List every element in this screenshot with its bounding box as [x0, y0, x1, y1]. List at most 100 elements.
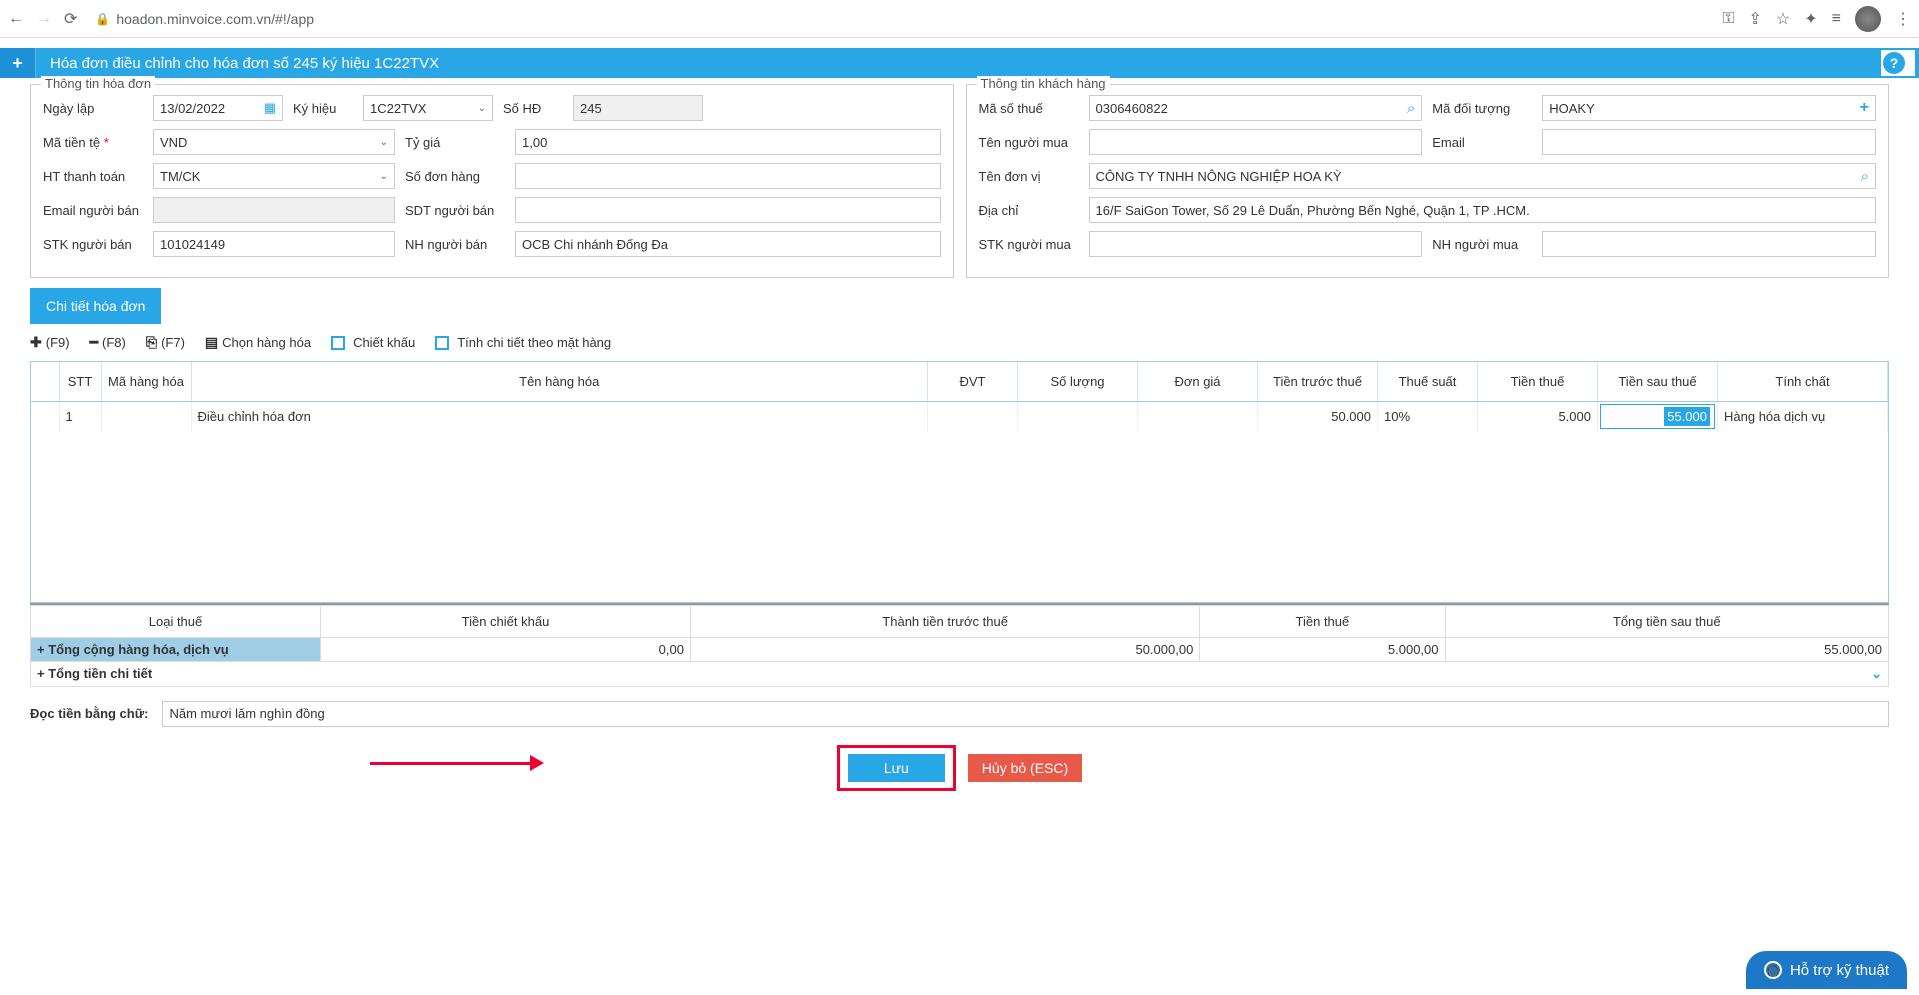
- cell-stt[interactable]: 1: [59, 402, 101, 432]
- copy-icon: ⎘: [146, 334, 157, 351]
- minus-icon: ━: [90, 334, 98, 351]
- sum-tt: 50.000,00: [690, 637, 1199, 661]
- support-button[interactable]: 🎧 Hỗ trợ kỹ thuật: [1746, 951, 1907, 989]
- input-nh-nguoi-ban[interactable]: OCB Chi nhánh Đống Đa: [515, 231, 941, 257]
- page-title: Hóa đơn điều chỉnh cho hóa đơn số 245 ký…: [36, 55, 1877, 72]
- th-ma-hang[interactable]: Mã hàng hóa: [101, 362, 191, 402]
- lock-icon: 🔒: [95, 12, 110, 26]
- address-bar[interactable]: 🔒 hoadon.minvoice.com.vn/#!/app: [87, 7, 1712, 31]
- label-nh-nguoi-ban: NH người bán: [405, 237, 505, 252]
- menu-icon[interactable]: ⋮: [1895, 9, 1911, 29]
- th-don-gia[interactable]: Đơn giá: [1138, 362, 1258, 402]
- remove-row-button[interactable]: ━(F8): [90, 334, 126, 351]
- add-button[interactable]: +: [0, 48, 36, 78]
- support-label: Hỗ trợ kỹ thuật: [1790, 962, 1889, 979]
- forward-icon[interactable]: →: [36, 10, 52, 28]
- chevron-down-icon[interactable]: ⌄: [380, 137, 388, 148]
- input-stk-nguoi-ban[interactable]: 101024149: [153, 231, 395, 257]
- input-ty-gia[interactable]: 1,00: [515, 129, 941, 155]
- key-icon[interactable]: ⚿: [1722, 10, 1734, 28]
- input-email-nguoi-ban[interactable]: [153, 197, 395, 223]
- add-row-button[interactable]: ✚(F9): [30, 334, 70, 351]
- input-ht-thanh-toan[interactable]: TM/CK ⌄: [153, 163, 395, 189]
- th-tien-truoc-thue[interactable]: Tiền trước thuế: [1258, 362, 1378, 402]
- cell-tien-sau-thue[interactable]: 55.000: [1598, 402, 1718, 432]
- checkbox-icon: [331, 336, 345, 350]
- label-nh-nguoi-mua: NH người mua: [1432, 237, 1532, 252]
- copy-row-button[interactable]: ⎘(F7): [146, 334, 185, 351]
- input-ten-don-vi[interactable]: CÔNG TY TNHH NÔNG NGHIỆP HOA KỲ ⌕: [1089, 163, 1877, 189]
- input-ten-nguoi-mua[interactable]: [1089, 129, 1423, 155]
- input-ngay-lap[interactable]: 13/02/2022 ▦: [153, 95, 283, 121]
- label-ma-tien-te: Mã tiền tệ *: [43, 135, 143, 150]
- chevron-down-icon[interactable]: ⌄: [1871, 666, 1882, 682]
- share-icon[interactable]: ⇪: [1749, 9, 1762, 29]
- th-tinh-chat[interactable]: Tính chất: [1718, 362, 1888, 402]
- label-ht-thanh-toan: HT thanh toán: [43, 169, 143, 184]
- th-tien-sau-thue[interactable]: Tiền sau thuế: [1598, 362, 1718, 402]
- reload-icon[interactable]: ⟳: [64, 9, 77, 29]
- input-stk-nguoi-mua[interactable]: [1089, 231, 1423, 257]
- per-item-checkbox[interactable]: Tính chi tiết theo mặt hàng: [435, 335, 611, 350]
- sum-row1-label[interactable]: + Tổng cộng hàng hóa, dịch vụ: [31, 637, 321, 661]
- calendar-icon[interactable]: ▦: [264, 100, 276, 116]
- sh-chiet-khau: Tiền chiết khấu: [321, 605, 691, 637]
- app-header: + Hóa đơn điều chỉnh cho hóa đơn số 245 …: [0, 48, 1919, 78]
- star-icon[interactable]: ☆: [1776, 9, 1790, 29]
- search-icon[interactable]: ⌕: [1407, 100, 1415, 117]
- input-dia-chi[interactable]: 16/F SaiGon Tower, Số 29 Lê Duẩn, Phường…: [1089, 197, 1877, 223]
- plus-icon: ✚: [30, 334, 42, 351]
- invoice-legend: Thông tin hóa đơn: [41, 76, 155, 91]
- back-icon[interactable]: ←: [8, 10, 24, 28]
- summary-table: Loại thuế Tiền chiết khấu Thành tiền trư…: [30, 603, 1889, 687]
- input-ma-doi-tuong[interactable]: HOAKY +: [1542, 95, 1876, 121]
- cell-ma-hang[interactable]: [101, 402, 191, 432]
- input-ma-so-thue[interactable]: 0306460822 ⌕: [1089, 95, 1423, 121]
- extension-icon[interactable]: ✦: [1804, 9, 1817, 29]
- url-text: hoadon.minvoice.com.vn/#!/app: [116, 11, 314, 27]
- input-sdt-nguoi-ban[interactable]: [515, 197, 941, 223]
- discount-checkbox[interactable]: Chiết khấu: [331, 335, 415, 350]
- cell-ten-hang[interactable]: Điều chỉnh hóa đơn: [191, 402, 928, 432]
- input-ma-tien-te[interactable]: VND ⌄: [153, 129, 395, 155]
- th-thue-suat[interactable]: Thuế suất: [1378, 362, 1478, 402]
- search-icon[interactable]: ⌕: [1861, 168, 1869, 185]
- input-so-don-hang[interactable]: [515, 163, 941, 189]
- cell-tinh-chat[interactable]: Hàng hóa dịch vụ: [1718, 402, 1888, 432]
- cell-so-luong[interactable]: [1018, 402, 1138, 432]
- input-email[interactable]: [1542, 129, 1876, 155]
- sh-truoc-thue: Thành tiền trước thuế: [690, 605, 1199, 637]
- chevron-down-icon[interactable]: ⌄: [380, 171, 388, 182]
- cell-dvt[interactable]: [928, 402, 1018, 432]
- sum-tong: 55.000,00: [1445, 637, 1889, 661]
- profile-avatar[interactable]: [1855, 6, 1881, 32]
- cell-tien-truoc-thue[interactable]: 50.000: [1258, 402, 1378, 432]
- help-icon[interactable]: ?: [1883, 52, 1905, 74]
- label-ty-gia: Tỷ giá: [405, 135, 505, 150]
- list-icon[interactable]: ≡: [1832, 10, 1841, 28]
- save-button[interactable]: Lưu: [848, 754, 945, 782]
- select-goods-button[interactable]: ▤Chọn hàng hóa: [205, 334, 311, 351]
- th-stt[interactable]: STT: [59, 362, 101, 402]
- cell-don-gia[interactable]: [1138, 402, 1258, 432]
- input-doc-tien[interactable]: Năm mươi lăm nghìn đồng: [162, 701, 1889, 727]
- input-ky-hieu[interactable]: 1C22TVX ⌄: [363, 95, 493, 121]
- th-so-luong[interactable]: Số lượng: [1018, 362, 1138, 402]
- plus-icon[interactable]: +: [1860, 99, 1869, 117]
- invoice-info-fieldset: Thông tin hóa đơn Ngày lập 13/02/2022 ▦ …: [30, 84, 954, 278]
- label-so-don-hang: Số đơn hàng: [405, 169, 505, 184]
- cell-thue-suat[interactable]: 10%: [1378, 402, 1478, 432]
- th-tien-thue[interactable]: Tiền thuế: [1478, 362, 1598, 402]
- label-so-hd: Số HĐ: [503, 101, 563, 116]
- th-ten-hang[interactable]: Tên hàng hóa: [191, 362, 928, 402]
- sum-row2[interactable]: + Tổng tiền chi tiết ⌄: [31, 661, 1889, 686]
- cancel-button[interactable]: Hủy bỏ (ESC): [968, 754, 1082, 782]
- th-dvt[interactable]: ĐVT: [928, 362, 1018, 402]
- sh-tien-thue: Tiền thuế: [1200, 605, 1445, 637]
- cell-tien-thue[interactable]: 5.000: [1478, 402, 1598, 432]
- tab-chi-tiet[interactable]: Chi tiết hóa đơn: [30, 288, 161, 324]
- chevron-down-icon[interactable]: ⌄: [478, 103, 486, 114]
- save-highlight-box: Lưu: [837, 745, 956, 791]
- input-nh-nguoi-mua[interactable]: [1542, 231, 1876, 257]
- table-row[interactable]: 1 Điều chỉnh hóa đơn 50.000 10% 5.000 55…: [31, 402, 1888, 432]
